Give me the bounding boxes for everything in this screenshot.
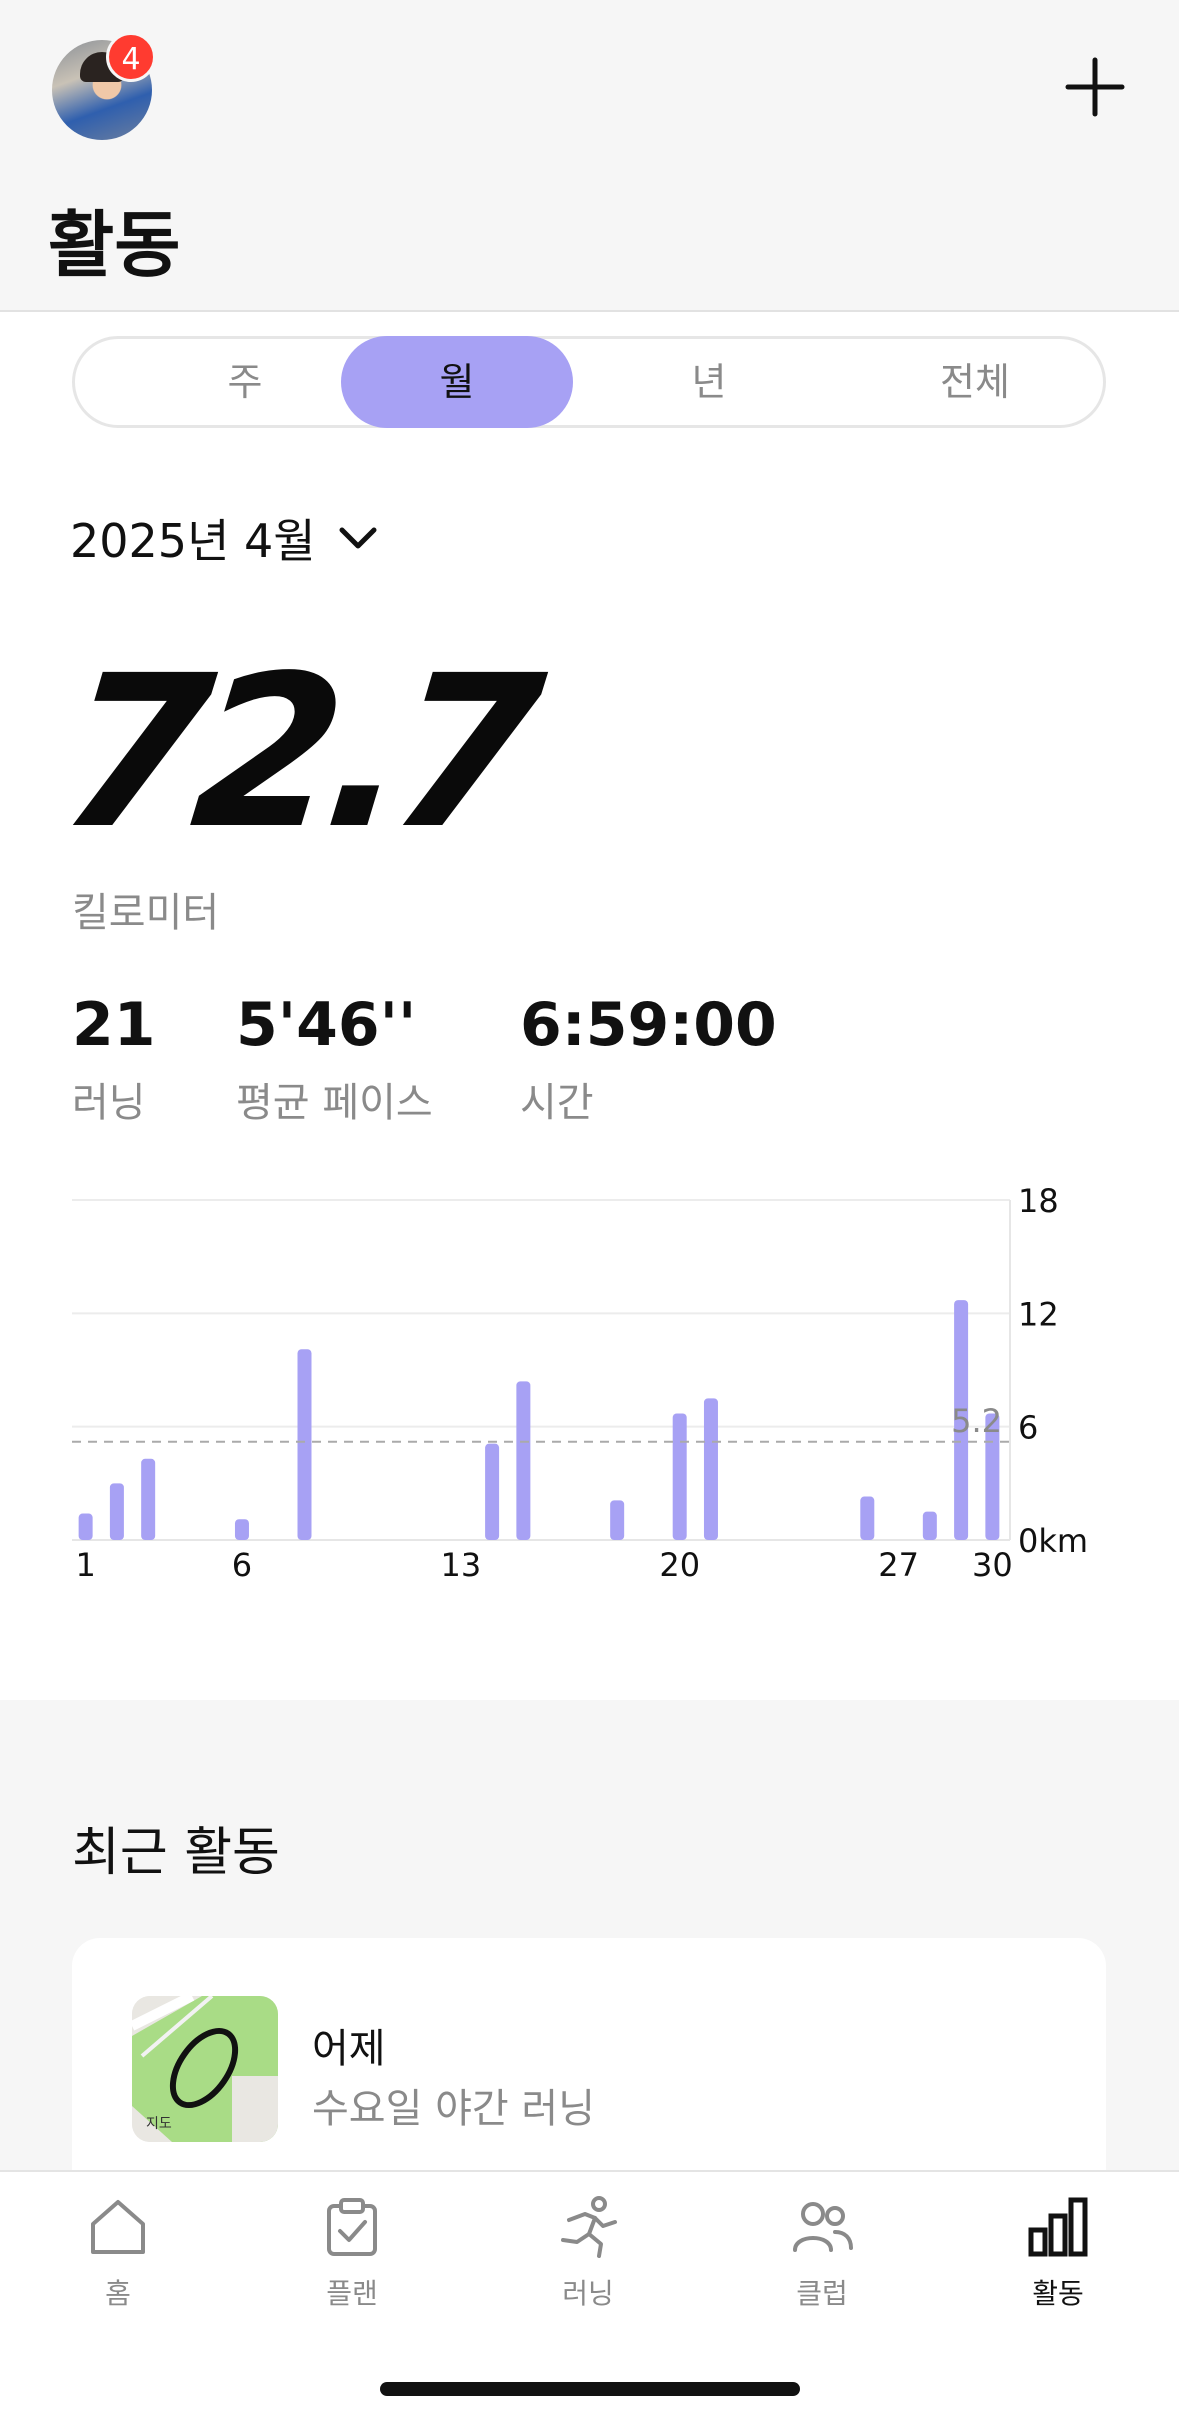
tab-club-label: 클럽 (796, 2277, 848, 2310)
stat-runs: 21 러닝 (72, 990, 156, 1128)
segment-week[interactable]: 주 (145, 336, 345, 428)
route-map-icon: 지도 (132, 1996, 278, 2142)
tab-club[interactable]: 클럽 (742, 2194, 902, 2312)
chart-x-tick-label: 30 (972, 1546, 1013, 1584)
chart-bar (610, 1500, 625, 1540)
chart-x-tick-label: 1 (75, 1546, 95, 1584)
people-icon (793, 2202, 853, 2252)
tab-home-label: 홈 (105, 2277, 131, 2310)
bar-chart-icon (1028, 2197, 1088, 2257)
map-label: 지도 (146, 2116, 172, 2132)
period-label: 2025년 4월 (70, 514, 316, 568)
segment-month[interactable]: 월 (341, 336, 573, 428)
time-label: 시간 (520, 1080, 594, 1126)
chevron-down-icon (339, 527, 377, 549)
header: 4 활동 (0, 0, 1179, 312)
pace-value: 5'46'' (236, 990, 417, 1060)
route-map-thumbnail: 지도 (132, 1996, 278, 2142)
time-value: 6:59:00 (520, 990, 777, 1060)
chart-x-tick-label: 20 (659, 1546, 700, 1584)
tab-running-label: 러닝 (562, 2277, 614, 2310)
chart-bar (703, 1398, 718, 1540)
stat-pace: 5'46'' 평균 페이스 (236, 990, 433, 1128)
chart-y-tick-label: 18 (1018, 1182, 1059, 1220)
home-indicator (380, 2382, 800, 2396)
chart-bar (78, 1513, 93, 1540)
total-distance: 72.7 (51, 630, 540, 875)
tab-activity[interactable]: 활동 (978, 2194, 1138, 2312)
period-segmented-control: 주 월 년 전체 (72, 336, 1106, 428)
recent-activity-title: 최근 활동 (72, 1823, 280, 1883)
activity-card-subtitle: 수요일 야간 러닝 (312, 2086, 596, 2132)
tab-running[interactable]: 러닝 (508, 2194, 668, 2312)
home-icon (91, 2200, 145, 2254)
chart-bar (672, 1413, 687, 1540)
monthly-distance-chart: 5.2 18 12 6 0km 1 6 13 20 27 30 (72, 1182, 1088, 1584)
chart-average-label: 5.2 (951, 1402, 1002, 1440)
chart-bar (234, 1519, 249, 1540)
add-icon[interactable] (1060, 52, 1130, 122)
stat-time: 6:59:00 시간 (520, 990, 777, 1128)
chart-y-tick-label: 12 (1018, 1295, 1059, 1333)
runs-label: 러닝 (72, 1080, 146, 1126)
chart-y-tick-label: 6 (1018, 1409, 1038, 1447)
runs-value: 21 (72, 990, 156, 1060)
chart-bar (109, 1483, 124, 1540)
chart-bar (922, 1511, 937, 1540)
clipboard-check-icon (327, 2198, 377, 2256)
tab-plan-label: 플랜 (326, 2277, 378, 2310)
activity-card-title: 어제 (312, 2026, 386, 2072)
period-picker[interactable]: 2025년 4월 (70, 505, 378, 571)
segment-year[interactable]: 년 (609, 336, 809, 428)
chart-bar (141, 1458, 156, 1540)
notification-badge: 4 (106, 32, 156, 82)
segment-all[interactable]: 전체 (875, 336, 1075, 428)
chart-bar (297, 1349, 312, 1540)
chart-x-tick-label: 6 (232, 1546, 252, 1584)
pace-label: 평균 페이스 (236, 1080, 433, 1126)
chart-bar (485, 1443, 500, 1540)
activity-card[interactable]: 지도 어제 수요일 야간 러닝 (72, 1938, 1106, 2198)
page-title: 활동 (48, 203, 181, 287)
chart-x-tick-label: 27 (878, 1546, 919, 1584)
tab-activity-label: 활동 (1032, 2277, 1084, 2310)
tab-plan[interactable]: 플랜 (272, 2194, 432, 2312)
chart-y-tick-label: 0km (1018, 1522, 1088, 1560)
chart-bar (860, 1496, 875, 1540)
chart-bar (516, 1381, 531, 1540)
tab-home[interactable]: 홈 (38, 2194, 198, 2312)
chart-x-tick-label: 13 (440, 1546, 481, 1584)
runner-icon (561, 2196, 617, 2258)
distance-unit: 킬로미터 (72, 890, 220, 936)
